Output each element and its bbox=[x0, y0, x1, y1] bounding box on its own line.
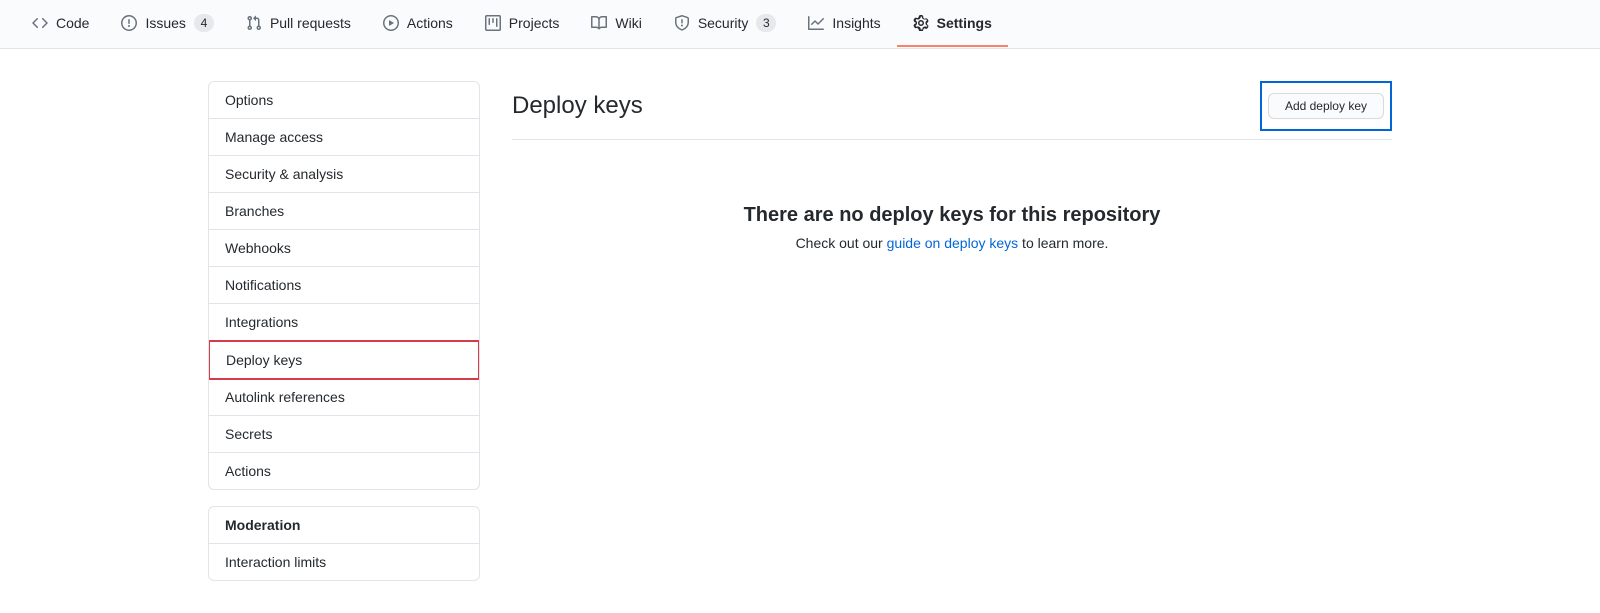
issue-icon bbox=[121, 15, 137, 31]
shield-icon bbox=[674, 15, 690, 31]
graph-icon bbox=[808, 15, 824, 31]
moderation-menu: Moderation Interaction limits bbox=[208, 506, 480, 581]
blankslate: There are no deploy keys for this reposi… bbox=[512, 156, 1392, 283]
page-title: Deploy keys bbox=[512, 92, 643, 120]
tab-projects-label: Projects bbox=[509, 15, 560, 31]
tab-insights-label: Insights bbox=[832, 15, 880, 31]
settings-sidebar: Options Manage access Security & analysi… bbox=[208, 81, 480, 581]
sidebar-item-security-analysis[interactable]: Security & analysis bbox=[209, 156, 479, 193]
play-icon bbox=[383, 15, 399, 31]
tab-pull-requests[interactable]: Pull requests bbox=[230, 1, 367, 47]
tab-issues-label: Issues bbox=[145, 15, 185, 31]
sidebar-item-webhooks[interactable]: Webhooks bbox=[209, 230, 479, 267]
blankslate-suffix: to learn more. bbox=[1018, 235, 1108, 251]
tab-security[interactable]: Security 3 bbox=[658, 0, 793, 48]
add-deploy-key-button[interactable]: Add deploy key bbox=[1268, 93, 1384, 119]
git-pull-request-icon bbox=[246, 15, 262, 31]
tab-actions[interactable]: Actions bbox=[367, 1, 469, 47]
tab-wiki-label: Wiki bbox=[615, 15, 641, 31]
sidebar-item-interaction-limits[interactable]: Interaction limits bbox=[209, 544, 479, 580]
tab-pulls-label: Pull requests bbox=[270, 15, 351, 31]
tab-projects[interactable]: Projects bbox=[469, 1, 576, 47]
tab-insights[interactable]: Insights bbox=[792, 1, 896, 47]
subhead: Deploy keys Add deploy key bbox=[512, 81, 1392, 140]
security-counter: 3 bbox=[756, 14, 776, 32]
moderation-heading: Moderation bbox=[209, 507, 479, 544]
blankslate-prefix: Check out our bbox=[796, 235, 887, 251]
sidebar-item-notifications[interactable]: Notifications bbox=[209, 267, 479, 304]
sidebar-item-autolink-references[interactable]: Autolink references bbox=[209, 379, 479, 416]
tab-wiki[interactable]: Wiki bbox=[575, 1, 657, 47]
tab-settings[interactable]: Settings bbox=[897, 1, 1008, 47]
tab-code[interactable]: Code bbox=[16, 1, 105, 47]
sidebar-item-deploy-keys[interactable]: Deploy keys bbox=[208, 340, 480, 380]
issues-counter: 4 bbox=[194, 14, 214, 32]
sidebar-item-options[interactable]: Options bbox=[209, 82, 479, 119]
tab-issues[interactable]: Issues 4 bbox=[105, 0, 229, 48]
tab-settings-label: Settings bbox=[937, 15, 992, 31]
blankslate-text: Check out our guide on deploy keys to le… bbox=[544, 235, 1360, 251]
project-icon bbox=[485, 15, 501, 31]
settings-menu: Options Manage access Security & analysi… bbox=[208, 81, 480, 490]
sidebar-item-secrets[interactable]: Secrets bbox=[209, 416, 479, 453]
sidebar-item-integrations[interactable]: Integrations bbox=[209, 304, 479, 341]
book-icon bbox=[591, 15, 607, 31]
tab-security-label: Security bbox=[698, 15, 749, 31]
add-button-highlight: Add deploy key bbox=[1260, 81, 1392, 131]
blankslate-heading: There are no deploy keys for this reposi… bbox=[544, 204, 1360, 227]
sidebar-item-actions[interactable]: Actions bbox=[209, 453, 479, 489]
guide-link[interactable]: guide on deploy keys bbox=[887, 235, 1019, 251]
repo-tabnav: Code Issues 4 Pull requests Actions Proj… bbox=[0, 0, 1600, 49]
sidebar-item-manage-access[interactable]: Manage access bbox=[209, 119, 479, 156]
code-icon bbox=[32, 15, 48, 31]
settings-main: Deploy keys Add deploy key There are no … bbox=[512, 81, 1392, 581]
tab-actions-label: Actions bbox=[407, 15, 453, 31]
sidebar-item-branches[interactable]: Branches bbox=[209, 193, 479, 230]
gear-icon bbox=[913, 15, 929, 31]
tab-code-label: Code bbox=[56, 15, 89, 31]
settings-content: Options Manage access Security & analysi… bbox=[192, 49, 1408, 613]
